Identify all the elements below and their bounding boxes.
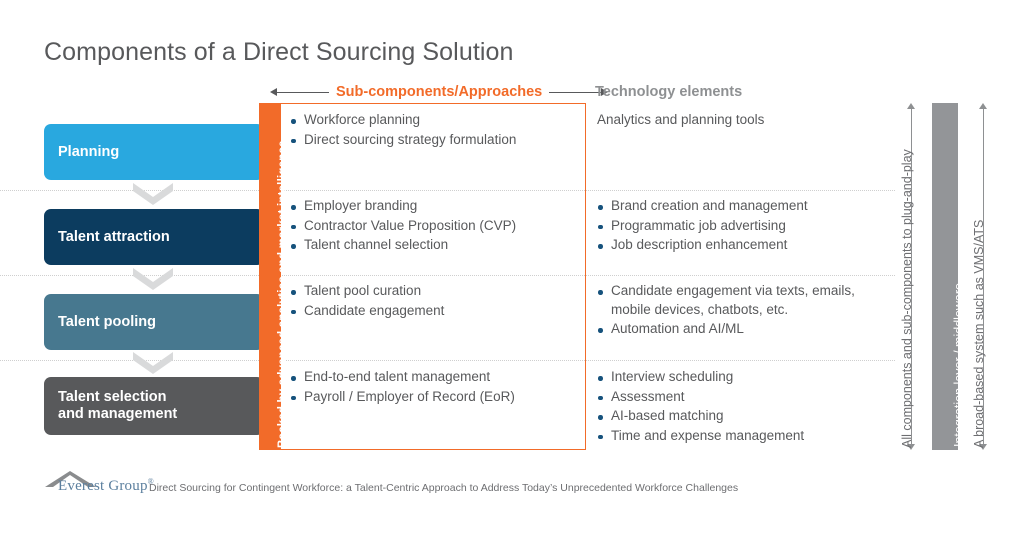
bullet-list: Talent pool curation Candidate engagemen… — [290, 282, 580, 320]
stage-box-talent-selection[interactable]: Talent selection and management — [44, 377, 264, 435]
list-item: AI-based matching — [597, 407, 897, 426]
technology-cell-talent-selection: Interview scheduling Assessment AI-based… — [597, 368, 897, 446]
list-item: Candidate engagement via texts, emails, … — [597, 282, 877, 319]
list-item: Programmatic job advertising — [597, 217, 897, 236]
footer: Everest Group® Direct Sourcing for Conti… — [44, 470, 738, 496]
technology-cell-planning: Analytics and planning tools — [597, 111, 897, 130]
stage-label: Talent attraction — [58, 228, 170, 245]
bullet-list: Interview scheduling Assessment AI-based… — [597, 368, 897, 445]
sub-components-header-label: Sub-components/Approaches — [336, 84, 543, 100]
list-item: Job description enhancement — [597, 236, 897, 255]
bullet-list: Candidate engagement via texts, emails, … — [597, 282, 897, 339]
stage-label: Talent selection and management — [58, 389, 178, 422]
sub-components-cell-planning: Workforce planning Direct sourcing strat… — [290, 111, 580, 150]
stage-label: Talent pooling — [58, 313, 156, 330]
stage-label: Planning — [58, 143, 120, 160]
arrow-line-left — [277, 91, 329, 93]
list-item: Workforce planning — [290, 111, 580, 130]
chevron-down-icon — [133, 268, 173, 290]
list-item: Direct sourcing strategy formulation — [290, 131, 580, 150]
logo-wordmark: Everest Group — [58, 478, 148, 494]
list-item: Payroll / Employer of Record (EoR) — [290, 388, 580, 407]
bullet-list: End-to-end talent management Payroll / E… — [290, 368, 580, 406]
technology-cell-talent-attraction: Brand creation and management Programmat… — [597, 197, 897, 256]
list-item: Candidate engagement — [290, 302, 580, 321]
list-item: Employer branding — [290, 197, 580, 216]
list-item: Talent channel selection — [290, 236, 580, 255]
technology-cell-talent-pooling: Candidate engagement via texts, emails, … — [597, 282, 897, 340]
sub-components-cell-talent-selection: End-to-end talent management Payroll / E… — [290, 368, 580, 407]
bullet-list: Brand creation and management Programmat… — [597, 197, 897, 255]
bullet-list: Workforce planning Direct sourcing strat… — [290, 111, 580, 149]
arrow-line-right — [549, 91, 602, 93]
stage-box-talent-pooling[interactable]: Talent pooling — [44, 294, 264, 350]
analytics-band: Backed by advanced analytics and market … — [259, 103, 289, 450]
bullet-list: Employer branding Contractor Value Propo… — [290, 197, 580, 255]
plug-and-play-label: All components and sub-components to plu… — [900, 149, 914, 448]
analytics-band-label: Backed by advanced analytics and market … — [277, 140, 289, 448]
list-item: Automation and AI/ML — [597, 320, 897, 339]
footer-note: Direct Sourcing for Contingent Workforce… — [149, 482, 739, 494]
sub-components-cell-talent-pooling: Talent pool curation Candidate engagemen… — [290, 282, 580, 321]
list-item: Interview scheduling — [597, 368, 897, 387]
page-title: Components of a Direct Sourcing Solution — [44, 38, 514, 66]
list-item: End-to-end talent management — [290, 368, 580, 387]
column-headers: Sub-components/Approaches — [0, 81, 1024, 103]
integration-layer-label: Integration layer / middleware — [952, 283, 966, 447]
registered-mark: ® — [147, 477, 154, 486]
sub-components-header: Sub-components/Approaches — [270, 81, 609, 103]
integration-layer-band: Integration layer / middleware — [932, 103, 966, 450]
stage-box-talent-attraction[interactable]: Talent attraction — [44, 209, 264, 265]
list-item: Assessment — [597, 388, 897, 407]
list-item: Talent pool curation — [290, 282, 580, 301]
technology-plain-text: Analytics and planning tools — [597, 112, 765, 127]
stage-box-planning[interactable]: Planning — [44, 124, 264, 180]
technology-header-label: Technology elements — [595, 84, 743, 100]
chevron-down-icon — [133, 183, 173, 205]
sub-components-cell-talent-attraction: Employer branding Contractor Value Propo… — [290, 197, 580, 256]
chevron-down-icon — [133, 352, 173, 374]
everest-group-logo: Everest Group® — [44, 470, 154, 496]
arrow-left-icon — [270, 88, 277, 96]
everest-group-logo-text: Everest Group® — [58, 477, 154, 495]
list-item: Brand creation and management — [597, 197, 897, 216]
list-item: Contractor Value Proposition (CVP) — [290, 217, 580, 236]
vms-ats-label: A broad-based system such as VMS/ATS — [972, 219, 986, 448]
list-item: Time and expense management — [597, 427, 897, 446]
